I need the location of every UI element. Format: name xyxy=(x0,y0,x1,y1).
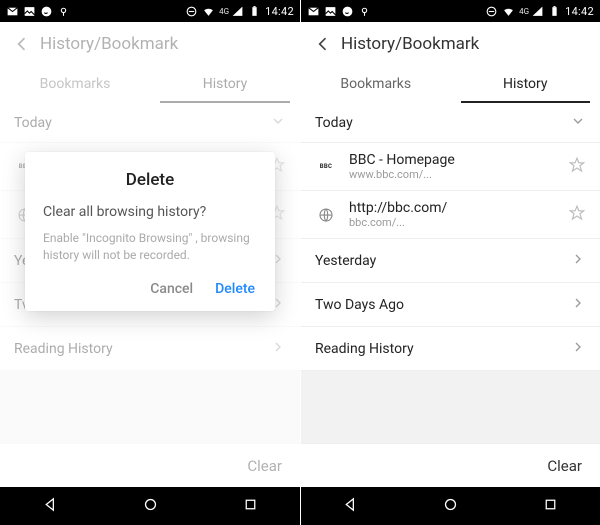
section-two-days-ago[interactable]: Two Days Ago xyxy=(301,283,600,327)
star-icon[interactable] xyxy=(568,204,586,226)
gmail-icon xyxy=(6,5,19,18)
section-label: Today xyxy=(315,115,353,131)
tab-bar: Bookmarks History xyxy=(301,65,600,103)
signal-icon xyxy=(531,5,544,18)
dialog-hint: Enable "Incognito Browsing" , browsing h… xyxy=(43,230,257,265)
tab-bookmarks[interactable]: Bookmarks xyxy=(301,65,451,103)
delete-button[interactable]: Delete xyxy=(215,281,255,297)
chevron-right-icon xyxy=(570,339,586,359)
wifi-icon xyxy=(502,5,515,18)
gmail-icon xyxy=(307,5,320,18)
back-button[interactable] xyxy=(309,30,337,58)
history-item-title: BBC - Homepage xyxy=(349,152,560,168)
network-label: 4G xyxy=(519,7,529,16)
section-label: Reading History xyxy=(315,341,414,357)
empty-space xyxy=(301,371,600,443)
clear-button[interactable]: Clear xyxy=(547,457,582,475)
image-icon xyxy=(324,5,337,18)
nav-recent-icon[interactable] xyxy=(542,496,559,517)
dnd-icon xyxy=(485,5,498,18)
nav-back-icon[interactable] xyxy=(42,496,59,517)
delete-dialog: Delete Clear all browsing history? Enabl… xyxy=(25,152,275,311)
location-icon xyxy=(358,5,371,18)
page-title: History/Bookmark xyxy=(341,34,479,54)
app-bar: History/Bookmark xyxy=(301,22,600,65)
star-icon[interactable] xyxy=(568,156,586,178)
tab-history[interactable]: History xyxy=(451,65,600,103)
status-bar: 4G 14:42 xyxy=(0,0,300,22)
favicon-bbc: BBC xyxy=(315,156,337,178)
image-icon xyxy=(23,5,36,18)
chevron-down-icon xyxy=(570,113,586,133)
dialog-message: Clear all browsing history? xyxy=(43,204,257,220)
clock-text: 14:42 xyxy=(565,5,594,18)
battery-icon xyxy=(248,5,261,18)
section-yesterday[interactable]: Yesterday xyxy=(301,239,600,283)
nav-back-icon[interactable] xyxy=(342,496,359,517)
dnd-icon xyxy=(185,5,198,18)
android-nav-bar xyxy=(0,487,300,525)
nav-home-icon[interactable] xyxy=(142,496,159,517)
cancel-button[interactable]: Cancel xyxy=(150,281,193,297)
whatsapp-icon xyxy=(40,5,53,18)
nav-home-icon[interactable] xyxy=(442,496,459,517)
signal-icon xyxy=(231,5,244,18)
whatsapp-icon xyxy=(341,5,354,18)
android-nav-bar xyxy=(301,487,600,525)
wifi-icon xyxy=(202,5,215,18)
history-item-title: http://bbc.com/ xyxy=(349,200,560,216)
chevron-right-icon xyxy=(570,295,586,315)
screen-left: 4G 14:42 History/Bookmark Bookmarks Hist… xyxy=(0,0,300,525)
dialog-scrim[interactable]: Delete Clear all browsing history? Enabl… xyxy=(0,22,300,487)
battery-icon xyxy=(548,5,561,18)
history-item[interactable]: BBC BBC - Homepage www.bbc.com/... xyxy=(301,143,600,191)
status-bar: 4G 14:42 xyxy=(301,0,600,22)
globe-icon xyxy=(315,204,337,226)
chevron-right-icon xyxy=(570,251,586,271)
network-label: 4G xyxy=(219,7,229,16)
section-today[interactable]: Today xyxy=(301,103,600,143)
bottom-bar: Clear xyxy=(301,443,600,487)
dialog-title: Delete xyxy=(43,170,257,190)
section-label: Two Days Ago xyxy=(315,297,404,313)
section-label: Yesterday xyxy=(315,253,376,269)
clock-text: 14:42 xyxy=(265,5,294,18)
history-item-url: bbc.com/... xyxy=(349,216,560,229)
content-area: Today BBC BBC - Homepage www.bbc.com/...… xyxy=(301,103,600,487)
history-item[interactable]: http://bbc.com/ bbc.com/... xyxy=(301,191,600,239)
section-reading-history[interactable]: Reading History xyxy=(301,327,600,371)
location-icon xyxy=(57,5,70,18)
history-item-url: www.bbc.com/... xyxy=(349,168,560,181)
nav-recent-icon[interactable] xyxy=(242,496,259,517)
screen-right: 4G 14:42 History/Bookmark Bookmarks Hist… xyxy=(300,0,600,525)
dialog-actions: Cancel Delete xyxy=(43,275,257,303)
